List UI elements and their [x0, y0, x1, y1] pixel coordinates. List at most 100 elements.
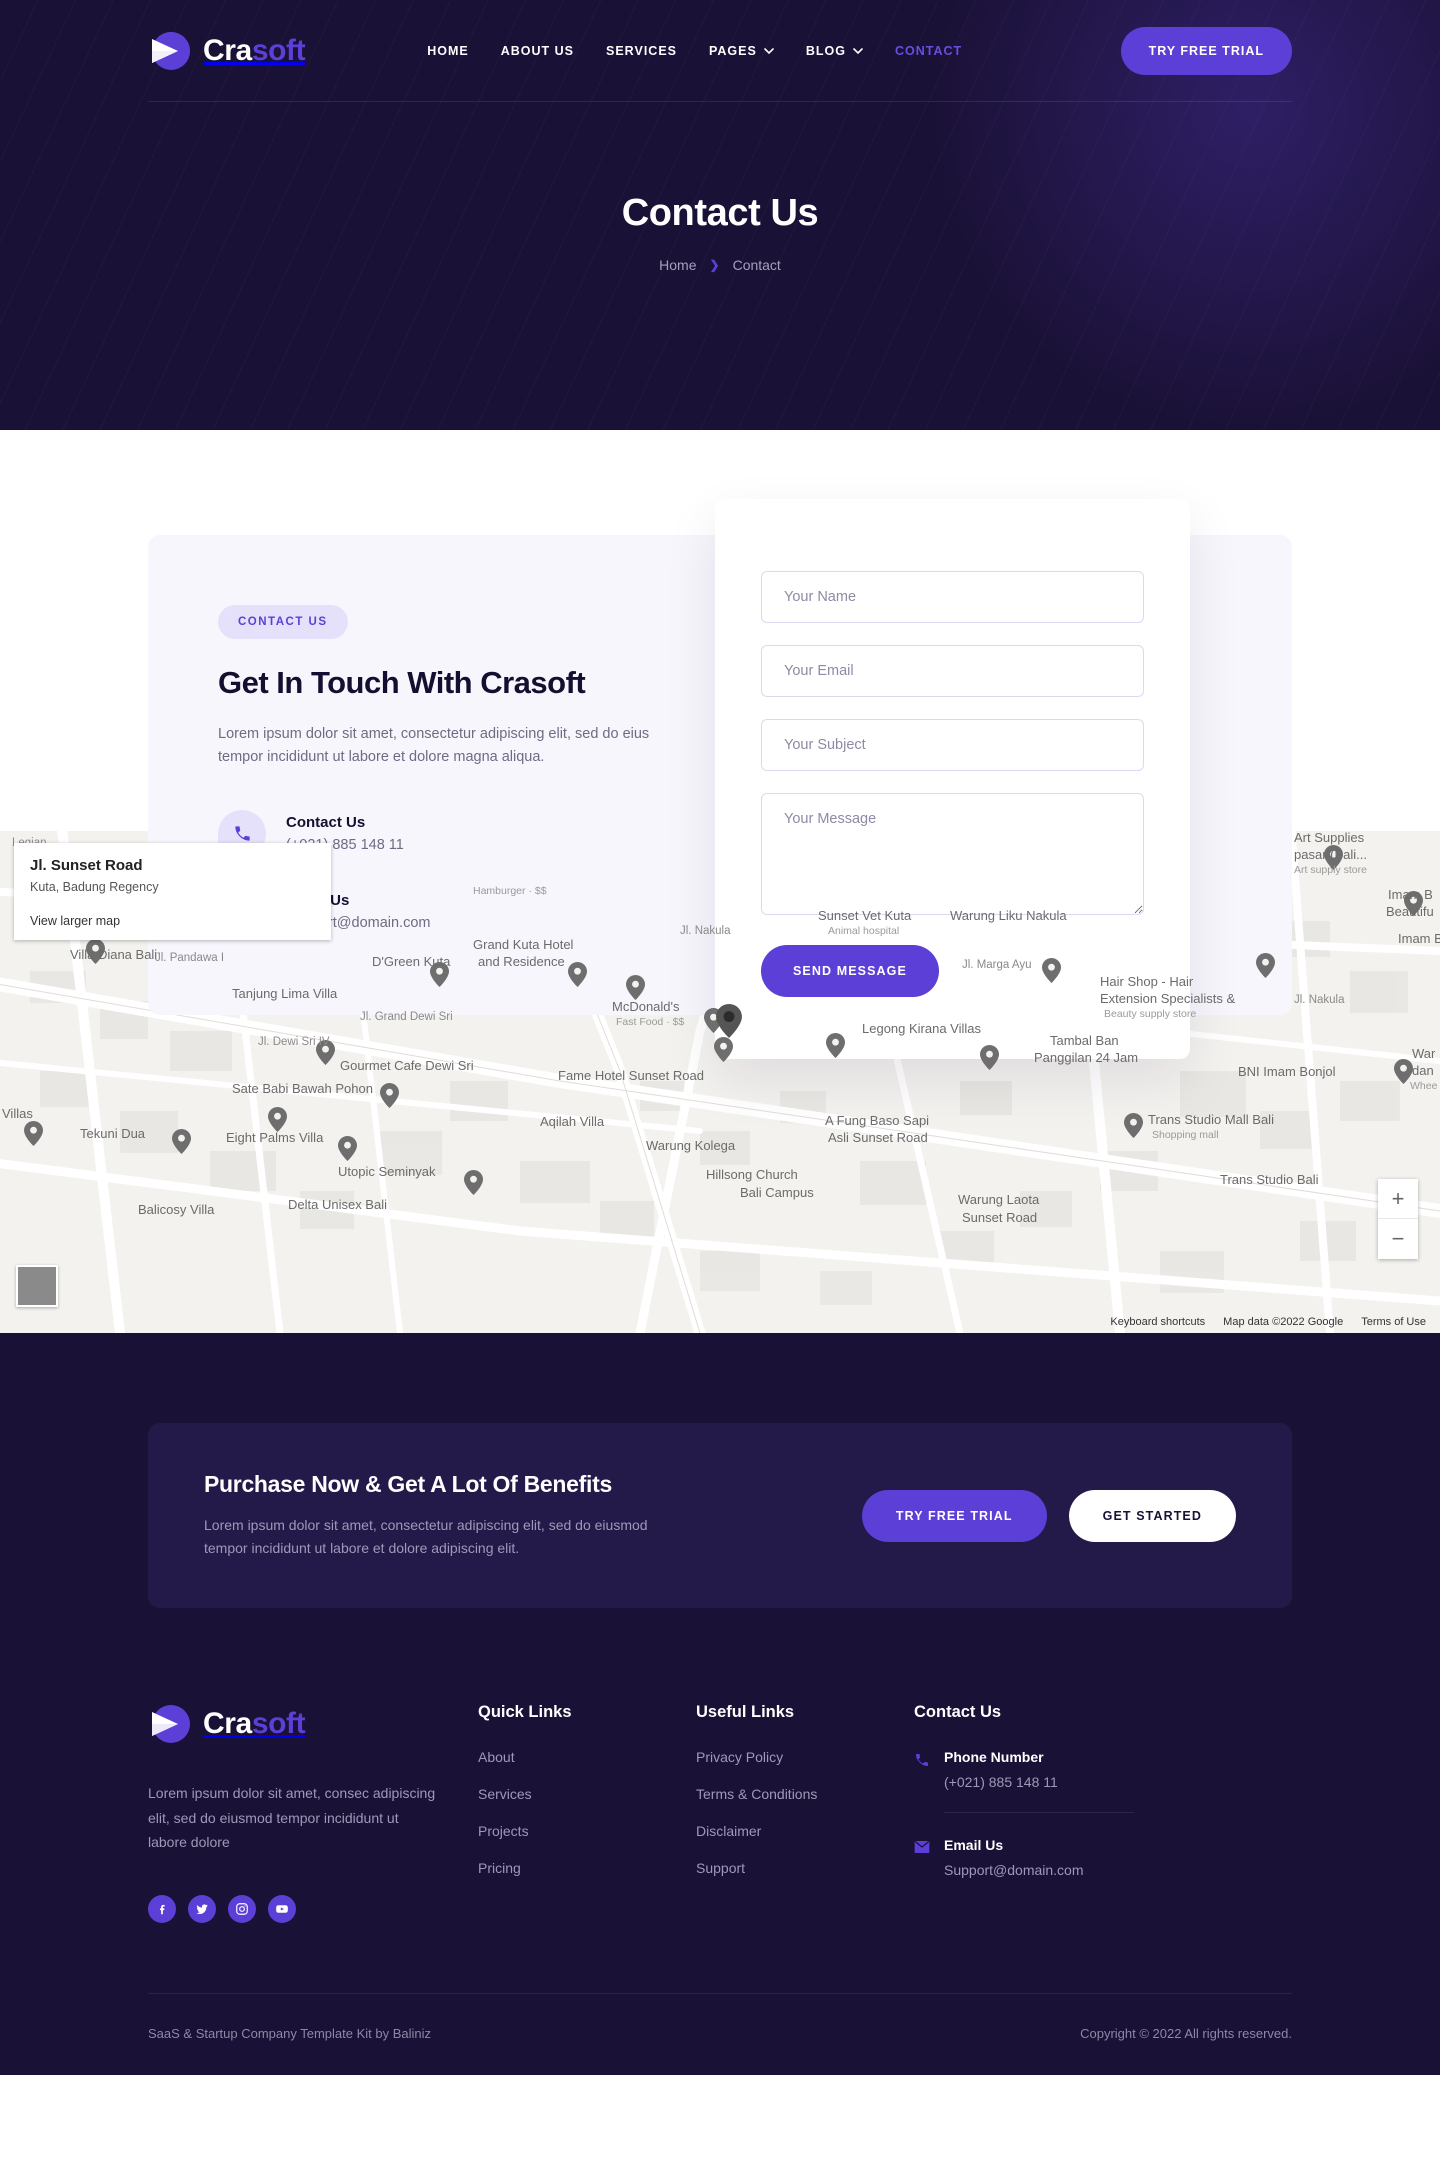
map-marker-icon[interactable]	[568, 962, 587, 987]
message-input[interactable]	[761, 793, 1144, 915]
map-marker-icon[interactable]	[626, 975, 645, 1000]
map-label: Fast Food · $$	[616, 1016, 685, 1028]
try-free-trial-button[interactable]: TRY FREE TRIAL	[1120, 26, 1292, 75]
page-title: Contact Us	[621, 192, 819, 234]
nav-item-services[interactable]: SERVICES	[606, 44, 677, 58]
keyboard-shortcuts-link[interactable]: Keyboard shortcuts	[1110, 1316, 1205, 1328]
map-label: Warung Liku Nakula	[950, 908, 1067, 923]
map-marker-main-icon[interactable]	[716, 1004, 742, 1038]
breadcrumb-current: Contact	[732, 257, 781, 273]
play-triangle-icon	[148, 30, 194, 72]
map-marker-icon[interactable]	[268, 1107, 287, 1132]
footer-email-value: Support@domain.com	[944, 1862, 1084, 1879]
contact-paragraph: Lorem ipsum dolor sit amet, consectetur …	[218, 726, 650, 766]
footer-phone-title: Phone Number	[944, 1749, 1044, 1766]
map-marker-icon[interactable]	[1124, 1113, 1143, 1138]
send-message-button[interactable]: SEND MESSAGE	[761, 945, 939, 997]
name-input[interactable]	[761, 571, 1144, 623]
cta-title: Purchase Now & Get A Lot Of Benefits	[204, 1471, 612, 1497]
contact-section: CONTACT US Get In Touch With Crasoft Lor…	[0, 430, 1440, 1333]
map-label: A Fung Baso Sapi	[825, 1113, 930, 1128]
map-label: Balicosy Villa	[138, 1202, 215, 1217]
twitter-icon[interactable]	[188, 1894, 216, 1923]
map-marker-icon[interactable]	[714, 1037, 733, 1062]
map-marker-icon[interactable]	[24, 1121, 43, 1146]
map-label: War	[1412, 1046, 1436, 1061]
nav-item-pages[interactable]: PAGES	[709, 44, 774, 58]
cta-text: Purchase Now & Get A Lot Of Benefits Lor…	[204, 1471, 659, 1560]
map-attribution: Keyboard shortcuts Map data ©2022 Google…	[1110, 1316, 1426, 1328]
nav-item-about-us[interactable]: ABOUT US	[501, 44, 574, 58]
footer-brand-column: Crasoft Lorem ipsum dolor sit amet, cons…	[148, 1703, 478, 1923]
cta-get-started-button[interactable]: GET STARTED	[1068, 1489, 1236, 1542]
footer-contact-heading: Contact Us	[914, 1703, 1002, 1722]
footer-credit: SaaS & Startup Company Template Kit by B…	[148, 2025, 432, 2041]
footer-phone-item[interactable]: Phone Number (+021) 885 148 11	[914, 1749, 1292, 1790]
youtube-icon[interactable]	[268, 1894, 296, 1923]
map-label: Tambal Ban	[1050, 1033, 1119, 1048]
footer-contact-column: Contact Us Phone Number (+021) 885 148 1…	[914, 1703, 1292, 1923]
footer-link-support[interactable]: Support	[696, 1860, 914, 1876]
map-label: Delta Unisex Bali	[288, 1197, 387, 1212]
map-street-view-thumbnail[interactable]	[16, 1265, 58, 1307]
footer-link-services[interactable]: Services	[478, 1786, 696, 1802]
nav-label: SERVICES	[606, 43, 677, 58]
map-marker-icon[interactable]	[826, 1033, 845, 1058]
nav-label: ABOUT US	[500, 43, 574, 58]
footer-link-privacy-policy[interactable]: Privacy Policy	[696, 1749, 914, 1765]
footer-link-pricing[interactable]: Pricing	[478, 1860, 696, 1876]
footer-logo[interactable]: Crasoft	[148, 1703, 478, 1745]
footer-link-projects[interactable]: Projects	[478, 1823, 696, 1839]
map-label: Jl. Nakula	[680, 925, 731, 937]
map-marker-icon[interactable]	[1256, 953, 1275, 978]
footer-email-title: Email Us	[944, 1837, 1004, 1854]
subject-input[interactable]	[761, 719, 1144, 771]
phone-icon	[914, 1752, 930, 1773]
logo[interactable]: Crasoft	[148, 30, 306, 72]
map-label: Beauty supply store	[1104, 1008, 1197, 1020]
map-label: Tekuni Dua	[80, 1126, 146, 1141]
envelope-icon	[914, 1840, 930, 1859]
footer-link-disclaimer[interactable]: Disclaimer	[696, 1823, 914, 1839]
nav-item-home[interactable]: HOME	[427, 44, 469, 58]
zoom-out-button[interactable]: −	[1378, 1219, 1418, 1259]
map-label: Sunset Vet Kuta	[818, 908, 912, 923]
map-marker-icon[interactable]	[172, 1129, 191, 1154]
map-label: Animal hospital	[828, 925, 900, 937]
zoom-in-button[interactable]: +	[1378, 1179, 1418, 1219]
email-input[interactable]	[761, 645, 1144, 697]
section-badge: CONTACT US	[218, 605, 348, 639]
map-label: Trans Studio Mall Bali	[1148, 1112, 1274, 1127]
quick-links-heading: Quick Links	[478, 1703, 572, 1722]
footer-link-terms-conditions[interactable]: Terms & Conditions	[696, 1786, 914, 1802]
footer-link-about[interactable]: About	[478, 1749, 696, 1765]
view-larger-map-link[interactable]: View larger map	[30, 914, 315, 928]
map-marker-icon[interactable]	[464, 1170, 483, 1195]
map-marker-icon[interactable]	[338, 1136, 357, 1161]
breadcrumb-home[interactable]: Home	[659, 257, 696, 273]
map-label: Sunset Road	[962, 1210, 1038, 1225]
map-label: and Residence	[478, 954, 565, 969]
footer-quick-links-column: Quick Links About Services Projects Pric…	[478, 1703, 696, 1923]
map-label: Extension Specialists &	[1100, 991, 1236, 1006]
nav-label: BLOG	[805, 43, 846, 58]
useful-links-heading: Useful Links	[696, 1703, 795, 1722]
terms-of-use-link[interactable]: Terms of Use	[1361, 1316, 1426, 1328]
nav-item-contact[interactable]: CONTACT	[895, 44, 962, 58]
footer-email-item[interactable]: Email Us Support@domain.com	[914, 1837, 1292, 1878]
facebook-icon[interactable]	[148, 1894, 176, 1923]
map-label: Jl. Dewi Sri IV	[258, 1036, 330, 1048]
map-marker-icon[interactable]	[380, 1083, 399, 1108]
map-zoom-controls[interactable]: + −	[1378, 1179, 1418, 1259]
instagram-icon[interactable]	[228, 1894, 256, 1923]
cta-try-free-trial-button[interactable]: TRY FREE TRIAL	[861, 1489, 1047, 1542]
map-label: Grand Kuta Hotel	[473, 937, 574, 952]
map-marker-icon[interactable]	[1042, 958, 1061, 983]
footer-contact-divider	[944, 1812, 1134, 1814]
map-marker-icon[interactable]	[980, 1045, 999, 1070]
cta-section: Purchase Now & Get A Lot Of Benefits Lor…	[0, 1333, 1440, 1609]
footer-description: Lorem ipsum dolor sit amet, consec adipi…	[148, 1785, 436, 1851]
breadcrumb: Home ❯ Contact	[0, 257, 1440, 273]
nav-item-blog[interactable]: BLOG	[806, 44, 863, 58]
map-label: Imam B	[1388, 887, 1433, 902]
